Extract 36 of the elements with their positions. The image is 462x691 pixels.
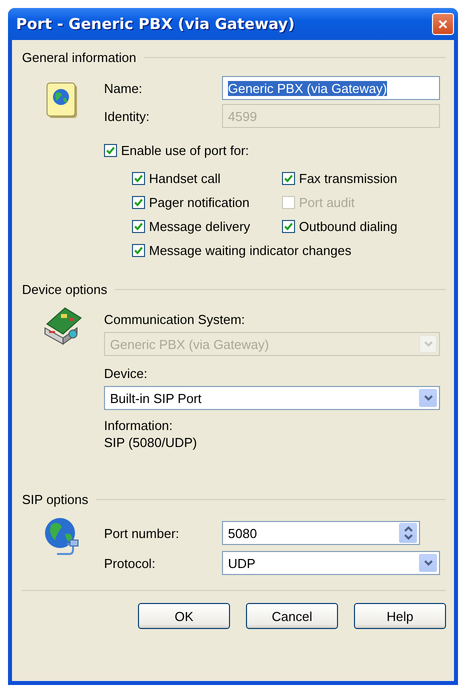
dropdown-field[interactable]: UDP	[222, 551, 440, 575]
checkbox-label[interactable]: Message delivery	[149, 218, 250, 234]
text-field[interactable]: Generic PBX (via Gateway)	[222, 76, 440, 100]
field-label: Port number:	[104, 526, 180, 540]
checkbox[interactable]	[282, 172, 295, 184]
field-label: Communication System:	[104, 312, 246, 329]
dialog-button[interactable]: OK	[138, 603, 230, 629]
group-heading: Device options	[22, 282, 108, 296]
info-label: Information:	[104, 418, 174, 435]
checkbox[interactable]	[132, 220, 145, 232]
checkbox-label[interactable]: Fax transmission	[299, 170, 398, 186]
checkbox-label[interactable]: Handset call	[149, 170, 221, 186]
checkbox-label[interactable]: Message waiting indicator changes	[149, 242, 352, 258]
group-heading: General information	[22, 50, 136, 64]
number-field[interactable]: 5080	[222, 521, 420, 545]
dialog-button[interactable]: Help	[354, 603, 446, 629]
close-button[interactable]: ✕	[432, 13, 454, 35]
group-heading: SIP options	[22, 492, 88, 506]
info-value: SIP (5080/UDP)	[104, 435, 198, 450]
checkbox[interactable]	[132, 172, 145, 184]
field-label: Name:	[104, 80, 144, 96]
checkbox[interactable]	[104, 144, 117, 156]
checkbox[interactable]	[132, 196, 145, 208]
globe-card-icon	[46, 82, 80, 120]
checkbox[interactable]	[282, 220, 295, 232]
field-label: Protocol:	[104, 556, 156, 570]
checkbox-label[interactable]: Outbound dialing	[299, 218, 398, 234]
window-title: Port - Generic PBX (via Gateway)	[16, 15, 295, 33]
field-label: Device:	[104, 366, 148, 383]
dropdown-field[interactable]: Built-in SIP Port	[104, 386, 440, 410]
checkbox[interactable]	[132, 244, 145, 256]
dialog-button[interactable]: Cancel	[246, 603, 338, 629]
checkbox-label[interactable]: Enable use of port for:	[121, 142, 249, 158]
spinner-arrows-icon[interactable]	[399, 523, 417, 543]
field-label: Identity:	[104, 108, 151, 124]
checkbox-label[interactable]: Pager notification	[149, 194, 250, 210]
